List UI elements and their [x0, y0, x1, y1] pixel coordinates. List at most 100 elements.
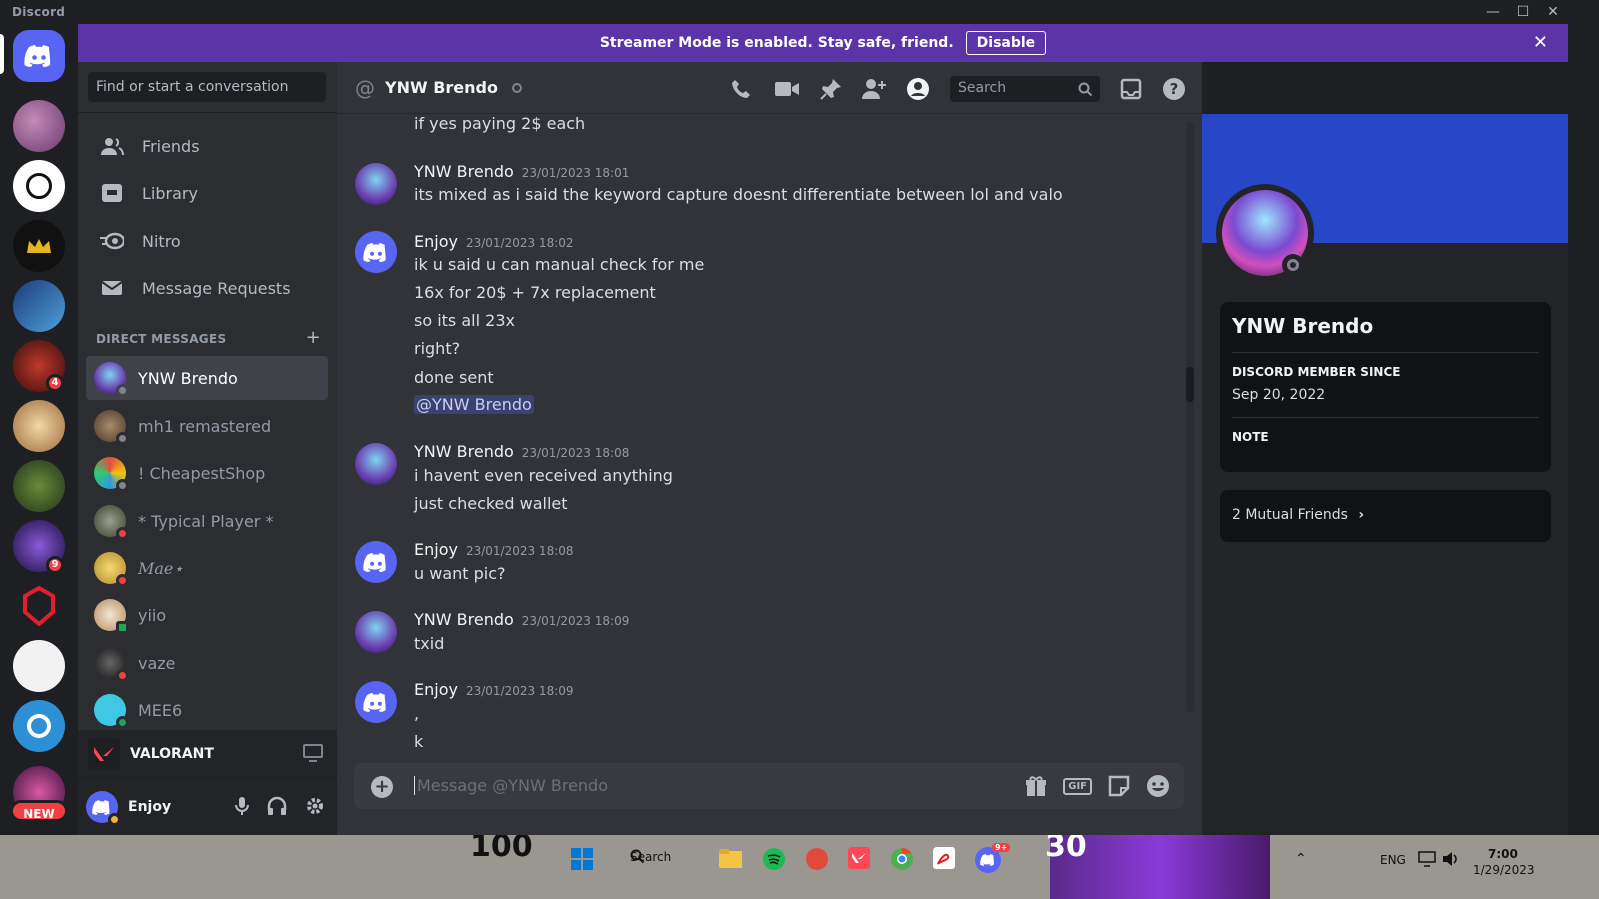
inbox-icon[interactable]: [1120, 78, 1142, 100]
chevron-up-icon[interactable]: ⌃: [1295, 851, 1307, 867]
voice-call-icon[interactable]: [730, 77, 754, 101]
dm-item[interactable]: MEE6: [86, 688, 328, 732]
server-icon[interactable]: [13, 100, 65, 152]
scrollbar-thumb[interactable]: [1186, 367, 1194, 402]
clock-time[interactable]: 7:00: [1488, 847, 1518, 861]
disable-streamer-mode-button[interactable]: Disable: [965, 31, 1047, 55]
language-indicator[interactable]: ENG: [1380, 853, 1406, 867]
spotify-icon[interactable]: [762, 847, 786, 871]
recipient-name[interactable]: YNW Brendo: [385, 78, 498, 97]
status-online-icon: [116, 716, 129, 729]
user-avatar[interactable]: [86, 791, 121, 826]
nav-nitro[interactable]: Nitro: [86, 220, 328, 262]
gift-icon[interactable]: [1025, 775, 1047, 797]
message-avatar[interactable]: [355, 611, 397, 653]
server-icon[interactable]: [13, 640, 65, 692]
message-avatar[interactable]: [355, 163, 397, 205]
discord-logo-icon: [980, 854, 994, 866]
file-explorer-icon[interactable]: [718, 847, 742, 871]
nav-label: Friends: [142, 136, 200, 156]
message-avatar[interactable]: [355, 541, 397, 583]
message-avatar[interactable]: [355, 231, 397, 273]
close-icon[interactable]: ✕: [1533, 32, 1548, 53]
dm-item[interactable]: ! CheapestShop: [86, 451, 328, 495]
message-content: ,: [414, 704, 420, 723]
status-mobile-icon: [116, 621, 129, 634]
windows-start-icon[interactable]: [570, 847, 594, 871]
clock-date[interactable]: 1/29/2023: [1473, 863, 1535, 877]
video-call-icon[interactable]: [774, 80, 800, 98]
dm-item[interactable]: vaze: [86, 641, 328, 685]
microphone-icon[interactable]: [235, 796, 249, 816]
emoji-icon[interactable]: [1146, 774, 1170, 798]
close-button[interactable]: ✕: [1538, 2, 1568, 22]
server-icon[interactable]: [13, 280, 65, 332]
pdf-icon[interactable]: [933, 847, 957, 871]
home-button[interactable]: [13, 30, 65, 82]
dm-item[interactable]: 𝑀𝑎𝑒⋆: [86, 546, 328, 590]
user-profile-toggle-icon[interactable]: [906, 77, 930, 101]
dm-item[interactable]: YNW Brendo: [86, 356, 328, 400]
server-list: 4 9 NEW: [0, 24, 78, 855]
nav-label: Nitro: [142, 231, 181, 251]
help-icon[interactable]: ?: [1162, 77, 1186, 101]
network-icon[interactable]: [1418, 851, 1436, 867]
friends-icon: [100, 134, 124, 158]
nav-friends[interactable]: Friends: [86, 125, 328, 167]
chrome-icon[interactable]: [890, 847, 914, 871]
settings-gear-icon[interactable]: [305, 796, 325, 816]
profile-card: YNW Brendo DISCORD MEMBER SINCE Sep 20, …: [1220, 302, 1551, 472]
screen-share-icon[interactable]: [303, 744, 323, 766]
server-icon[interactable]: [13, 220, 65, 272]
search-placeholder: Search: [958, 80, 1007, 96]
status-offline-icon: [116, 432, 129, 445]
valorant-taskbar-icon[interactable]: [848, 847, 872, 871]
message-avatar[interactable]: [355, 443, 397, 485]
streamer-mode-banner: Streamer Mode is enabled. Stay safe, fri…: [78, 24, 1568, 62]
create-dm-icon[interactable]: +: [306, 327, 321, 348]
volume-icon[interactable]: [1442, 851, 1460, 867]
maximize-button[interactable]: ☐: [1508, 2, 1538, 22]
server-icon[interactable]: [13, 160, 65, 212]
server-icon[interactable]: [13, 460, 65, 512]
game-hud-text: 100: [470, 835, 533, 864]
headphones-icon[interactable]: [267, 796, 287, 816]
user-mention[interactable]: @YNW Brendo: [414, 395, 534, 414]
message-author[interactable]: YNW Brendo: [414, 442, 514, 461]
message-author[interactable]: YNW Brendo: [414, 610, 514, 629]
message-scrollbar[interactable]: [1186, 122, 1194, 712]
message-author[interactable]: Enjoy: [414, 680, 458, 699]
dm-section-header: DIRECT MESSAGES +: [96, 327, 321, 348]
upload-plus-icon[interactable]: +: [371, 776, 393, 798]
server-icon[interactable]: [13, 580, 65, 632]
dm-sidebar: Find or start a conversation Friends Lib…: [78, 62, 337, 855]
avatar: [94, 694, 129, 729]
message-timestamp: 23/01/2023 18:02: [465, 236, 574, 250]
dm-item[interactable]: yiio: [86, 593, 328, 637]
server-icon[interactable]: [13, 400, 65, 452]
mutual-friends-button[interactable]: 2 Mutual Friends ›: [1220, 490, 1551, 542]
message-header: Enjoy 23/01/2023 18:09: [414, 680, 574, 699]
message-avatar[interactable]: [355, 681, 397, 723]
avatar: [94, 362, 129, 397]
find-conversation-button[interactable]: Find or start a conversation: [88, 72, 326, 102]
dm-item[interactable]: mh1 remastered: [86, 404, 328, 448]
taskbar-search[interactable]: Search: [630, 849, 671, 865]
app-icon[interactable]: [805, 847, 829, 871]
add-friends-to-dm-icon[interactable]: [862, 78, 886, 100]
message-author[interactable]: YNW Brendo: [414, 162, 514, 181]
pinned-messages-icon[interactable]: [820, 78, 842, 100]
message-author[interactable]: Enjoy: [414, 232, 458, 251]
sticker-icon[interactable]: [1108, 775, 1130, 797]
minimize-button[interactable]: —: [1478, 2, 1508, 22]
message-author[interactable]: Enjoy: [414, 540, 458, 559]
server-icon[interactable]: [13, 700, 65, 752]
note-label[interactable]: NOTE: [1232, 430, 1539, 444]
nav-library[interactable]: Library: [86, 172, 328, 214]
avatar: [94, 457, 129, 492]
gif-picker-icon[interactable]: GIF: [1063, 777, 1092, 795]
search-input[interactable]: Search: [950, 76, 1100, 102]
dm-item[interactable]: * Typical Player *: [86, 499, 328, 543]
nav-message-requests[interactable]: Message Requests: [86, 267, 328, 309]
message-input[interactable]: Message @YNW Brendo: [414, 776, 608, 795]
